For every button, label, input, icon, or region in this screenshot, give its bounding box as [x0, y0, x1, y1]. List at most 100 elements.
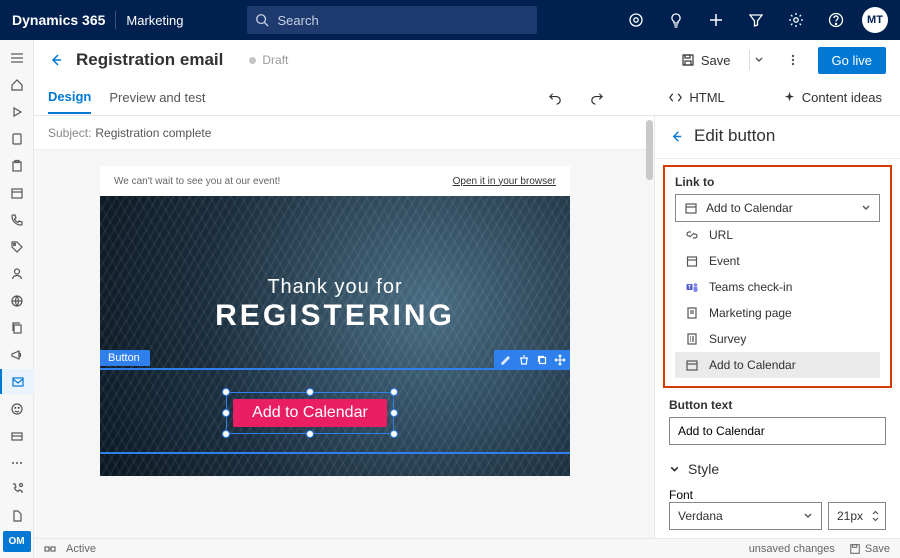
search-placeholder: Search	[277, 13, 318, 28]
save-button[interactable]: Save	[675, 49, 737, 72]
help-icon[interactable]	[822, 6, 850, 34]
rail-phone-icon[interactable]	[0, 208, 34, 233]
linkto-option-calendar[interactable]: Add to Calendar	[675, 352, 880, 378]
rail-globe-icon[interactable]	[0, 288, 34, 313]
go-live-button[interactable]: Go live	[818, 47, 886, 74]
resize-handle[interactable]	[222, 409, 230, 417]
back-button[interactable]	[48, 52, 64, 68]
resize-handle[interactable]	[306, 430, 314, 438]
hero-line2: REGISTERING	[215, 299, 455, 333]
brand-separator	[115, 11, 116, 29]
html-button[interactable]: HTML	[664, 86, 728, 109]
global-search[interactable]: Search	[247, 6, 537, 34]
tab-preview[interactable]: Preview and test	[109, 82, 205, 113]
survey-icon	[685, 332, 699, 346]
content-ideas-button[interactable]: Content ideas	[779, 86, 886, 109]
calendar-icon	[684, 201, 698, 215]
app-name[interactable]: Dynamics 365	[12, 12, 105, 28]
font-size-input[interactable]: 21px	[828, 502, 886, 530]
panel-back-button[interactable]	[669, 129, 684, 144]
more-commands-button[interactable]	[786, 53, 800, 67]
event-icon	[685, 254, 699, 268]
rail-doc-icon[interactable]	[0, 504, 34, 529]
rail-calendar-icon[interactable]	[0, 181, 34, 206]
save-icon	[849, 543, 861, 555]
email-canvas[interactable]: We can't wait to see you at our event! O…	[100, 166, 570, 476]
rail-clipboard-icon[interactable]	[0, 154, 34, 179]
rail-dots-icon[interactable]	[0, 450, 34, 475]
stepper-icon	[871, 509, 880, 523]
resize-handle[interactable]	[306, 388, 314, 396]
selection-edit-button[interactable]	[498, 352, 514, 368]
rail-dial-icon[interactable]	[0, 477, 34, 502]
style-accordion[interactable]: Style	[655, 455, 900, 483]
page-title: Registration email	[76, 50, 223, 70]
font-family-select[interactable]: Verdana	[669, 502, 822, 530]
buttontext-input[interactable]	[669, 417, 886, 445]
resize-handle[interactable]	[390, 430, 398, 438]
rail-play-icon[interactable]	[0, 100, 34, 125]
module-name[interactable]: Marketing	[126, 13, 183, 28]
rail-hamburger-icon[interactable]	[0, 46, 34, 71]
open-in-browser-link[interactable]: Open it in your browser	[453, 176, 556, 187]
tab-design[interactable]: Design	[48, 81, 91, 114]
link-icon	[685, 228, 699, 242]
linkto-option-url[interactable]: URL	[675, 222, 880, 248]
cta-button[interactable]: Add to Calendar	[233, 399, 387, 427]
resize-handle[interactable]	[390, 388, 398, 396]
add-icon[interactable]	[702, 6, 730, 34]
user-avatar[interactable]: MT	[862, 7, 888, 33]
rail-card-icon[interactable]	[0, 423, 34, 448]
selection-move-button[interactable]	[552, 352, 568, 368]
main-area: Registration email Draft Save Go live De…	[34, 40, 900, 538]
resize-handle[interactable]	[222, 388, 230, 396]
rail-home-icon[interactable]	[0, 73, 34, 98]
selection-frame[interactable]: Button	[100, 368, 570, 454]
redo-button[interactable]	[585, 86, 608, 109]
status-flow-icon	[44, 543, 56, 555]
linkto-option-teams[interactable]: TTeams check-in	[675, 274, 880, 300]
rail-copy-icon[interactable]	[0, 315, 34, 340]
top-nav: Dynamics 365 Marketing Search MT	[0, 0, 900, 40]
selection-tag: Button	[100, 350, 150, 366]
linkto-option-event[interactable]: Event	[675, 248, 880, 274]
linkto-select[interactable]: Add to Calendar	[675, 194, 880, 222]
linkto-option-marketing-page[interactable]: Marketing page	[675, 300, 880, 326]
rail-smile-icon[interactable]	[0, 396, 34, 421]
resize-handle[interactable]	[222, 430, 230, 438]
linkto-dropdown: URL Event TTeams check-in Marketing page…	[675, 222, 880, 378]
rail-device-icon[interactable]	[0, 127, 34, 152]
resize-handle[interactable]	[390, 409, 398, 417]
lightbulb-icon[interactable]	[662, 6, 690, 34]
email-hero[interactable]: Thank you for REGISTERING Button	[100, 196, 570, 476]
filter-icon[interactable]	[742, 6, 770, 34]
status-dot-icon	[249, 57, 256, 64]
status-save-button[interactable]: Save	[849, 543, 890, 555]
hero-line1: Thank you for	[267, 276, 402, 299]
selection-delete-button[interactable]	[516, 352, 532, 368]
subject-value: Registration complete	[95, 126, 211, 140]
highlighted-linkto-region: Link to Add to Calendar URL Event TTeams…	[663, 165, 892, 388]
selection-duplicate-button[interactable]	[534, 352, 550, 368]
undo-button[interactable]	[544, 86, 567, 109]
target-icon[interactable]	[622, 6, 650, 34]
rail-app-badge[interactable]: OM	[3, 531, 31, 552]
editor-tabs: Design Preview and test HTML Content ide…	[34, 80, 900, 116]
button-element-frame[interactable]: Add to Calendar	[226, 392, 394, 434]
linkto-option-survey[interactable]: Survey	[675, 326, 880, 352]
brand: Dynamics 365 Marketing	[12, 11, 183, 29]
rail-tag-icon[interactable]	[0, 235, 34, 260]
font-label: Font	[669, 488, 693, 502]
rail-person-icon[interactable]	[0, 262, 34, 287]
subject-bar[interactable]: Subject: Registration complete	[34, 116, 654, 150]
design-canvas[interactable]: Subject: Registration complete We can't …	[34, 116, 654, 538]
settings-icon[interactable]	[782, 6, 810, 34]
email-preheader: We can't wait to see you at our event! O…	[100, 166, 570, 196]
linkto-label: Link to	[675, 175, 880, 189]
linkto-selected: Add to Calendar	[706, 201, 793, 215]
rail-email-icon[interactable]	[0, 369, 34, 394]
save-split-chevron[interactable]	[749, 50, 768, 70]
rail-megaphone-icon[interactable]	[0, 342, 34, 367]
chevron-down-icon	[803, 511, 813, 521]
canvas-scrollbar[interactable]	[644, 116, 654, 538]
